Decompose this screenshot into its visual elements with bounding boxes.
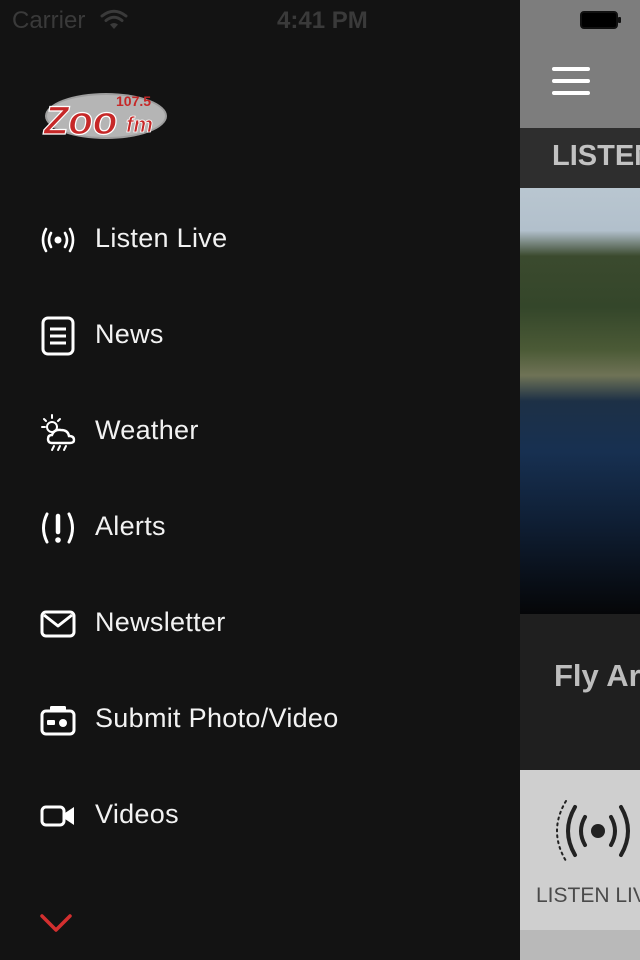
menu-label-listen-live: Listen Live	[95, 223, 228, 253]
section-header: LISTEN LIVE	[520, 128, 640, 188]
weather-icon	[38, 412, 78, 452]
menu-item-listen-live[interactable]: Listen Live	[0, 190, 520, 286]
menu-label-submit-photo-video: Submit Photo/Video	[95, 703, 339, 733]
svg-text:fm: fm	[126, 112, 153, 137]
bottom-strip	[520, 930, 640, 960]
menu-label-alerts: Alerts	[95, 511, 166, 541]
menu-label-videos: Videos	[95, 799, 179, 829]
alert-icon	[38, 508, 78, 548]
broadcast-icon[interactable]	[556, 798, 640, 864]
status-bar: Carrier 4:41 PM	[0, 0, 640, 40]
mail-icon	[38, 604, 78, 644]
menu-label-news: News	[95, 319, 164, 349]
status-time: 4:41 PM	[277, 7, 368, 34]
menu-item-newsletter[interactable]: Newsletter	[0, 574, 520, 670]
battery-icon	[580, 11, 621, 29]
hamburger-icon[interactable]	[552, 66, 592, 96]
menu-item-videos[interactable]: Videos	[0, 766, 520, 862]
carrier-label: Carrier	[12, 7, 86, 34]
zoo-fm-logo[interactable]: Zoo fm 107.5	[40, 86, 170, 144]
menu-item-alerts[interactable]: Alerts	[0, 478, 520, 574]
hero-image[interactable]	[520, 188, 640, 614]
menu-item-weather[interactable]: Weather	[0, 382, 520, 478]
menu-item-submit-photo-video[interactable]: Submit Photo/Video	[0, 670, 520, 766]
hero-headline[interactable]: Fly Around	[554, 658, 640, 694]
broadcast-icon	[38, 220, 78, 260]
menu-label-newsletter: Newsletter	[95, 607, 226, 637]
chevron-down-icon[interactable]	[38, 910, 74, 936]
wifi-icon	[100, 9, 128, 29]
main-content: LISTEN LIVE Fly Around LISTEN LIVE	[520, 0, 640, 960]
side-drawer: Zoo fm 107.5 Listen Live News Weather Al…	[0, 0, 520, 960]
bottom-tab-bar: LISTEN LIVE	[520, 770, 640, 930]
document-icon	[38, 316, 78, 356]
video-camera-icon	[38, 796, 78, 836]
section-title: LISTEN LIVE	[552, 140, 640, 172]
svg-text:107.5: 107.5	[116, 93, 151, 109]
menu-label-weather: Weather	[95, 415, 199, 445]
camera-icon	[38, 700, 78, 740]
svg-text:Zoo: Zoo	[43, 99, 117, 143]
menu-item-news[interactable]: News	[0, 286, 520, 382]
tab-label-listen-live[interactable]: LISTEN LIVE	[536, 884, 640, 908]
